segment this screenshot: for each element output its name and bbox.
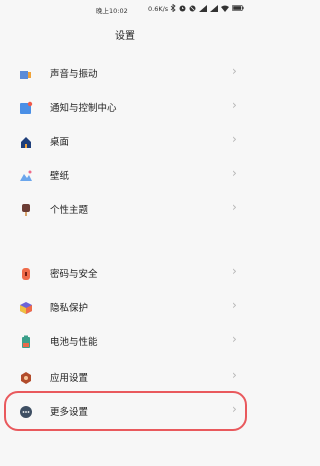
highlight-outline xyxy=(4,391,247,431)
mute-icon xyxy=(189,5,196,14)
alarm-icon xyxy=(179,5,186,14)
status-bar: 晚上10:02 0.6K/s xyxy=(0,0,250,18)
chevron-right-icon: › xyxy=(232,298,237,312)
chevron-right-icon: › xyxy=(232,64,237,78)
settings-item-sound-vibration[interactable]: 声音与振动 › xyxy=(0,56,250,90)
sound-icon xyxy=(19,66,33,80)
wallpaper-icon xyxy=(19,168,33,182)
notification-icon xyxy=(19,100,33,114)
settings-item-label: 壁纸 xyxy=(50,171,70,182)
settings-item-label: 应用设置 xyxy=(50,373,89,384)
settings-item-label: 声音与振动 xyxy=(50,69,98,80)
chevron-right-icon: › xyxy=(232,368,237,382)
wifi-icon xyxy=(221,5,229,14)
bluetooth-icon xyxy=(170,3,176,14)
settings-item-label: 个性主题 xyxy=(50,205,89,216)
privacy-icon xyxy=(19,300,33,314)
settings-item-password-security[interactable]: 密码与安全 › xyxy=(0,256,250,290)
lock-icon xyxy=(19,266,33,280)
chevron-right-icon: › xyxy=(232,98,237,112)
settings-item-privacy[interactable]: 隐私保护 › xyxy=(0,290,250,324)
settings-item-label: 隐私保护 xyxy=(50,303,89,314)
chevron-right-icon: › xyxy=(232,132,237,146)
battery-icon xyxy=(19,334,33,348)
settings-item-label: 桌面 xyxy=(50,137,70,148)
chevron-right-icon: › xyxy=(232,200,237,214)
chevron-right-icon: › xyxy=(232,264,237,278)
status-icons xyxy=(170,3,244,14)
chevron-right-icon: › xyxy=(232,166,237,180)
settings-item-label: 密码与安全 xyxy=(50,269,98,280)
status-time: 晚上10:02 xyxy=(96,7,128,15)
theme-icon xyxy=(19,202,33,216)
settings-item-label: 电池与性能 xyxy=(50,337,98,348)
home-icon xyxy=(19,134,33,148)
settings-item-battery-performance[interactable]: 电池与性能 › xyxy=(0,324,250,358)
gear-icon xyxy=(19,370,33,384)
settings-item-label: 通知与控制中心 xyxy=(50,103,117,114)
settings-item-theme[interactable]: 个性主题 › xyxy=(0,192,250,226)
chevron-right-icon: › xyxy=(232,332,237,346)
signal-icon xyxy=(199,4,207,14)
settings-item-notification-control[interactable]: 通知与控制中心 › xyxy=(0,90,250,124)
settings-item-desktop[interactable]: 桌面 › xyxy=(0,124,250,158)
settings-item-wallpaper[interactable]: 壁纸 › xyxy=(0,158,250,192)
status-network-speed: 0.6K/s xyxy=(148,5,169,13)
signal-icon xyxy=(210,4,218,14)
battery-icon xyxy=(232,5,244,13)
page-title: 设置 xyxy=(115,31,135,42)
settings-item-app-settings[interactable]: 应用设置 › xyxy=(0,360,250,394)
